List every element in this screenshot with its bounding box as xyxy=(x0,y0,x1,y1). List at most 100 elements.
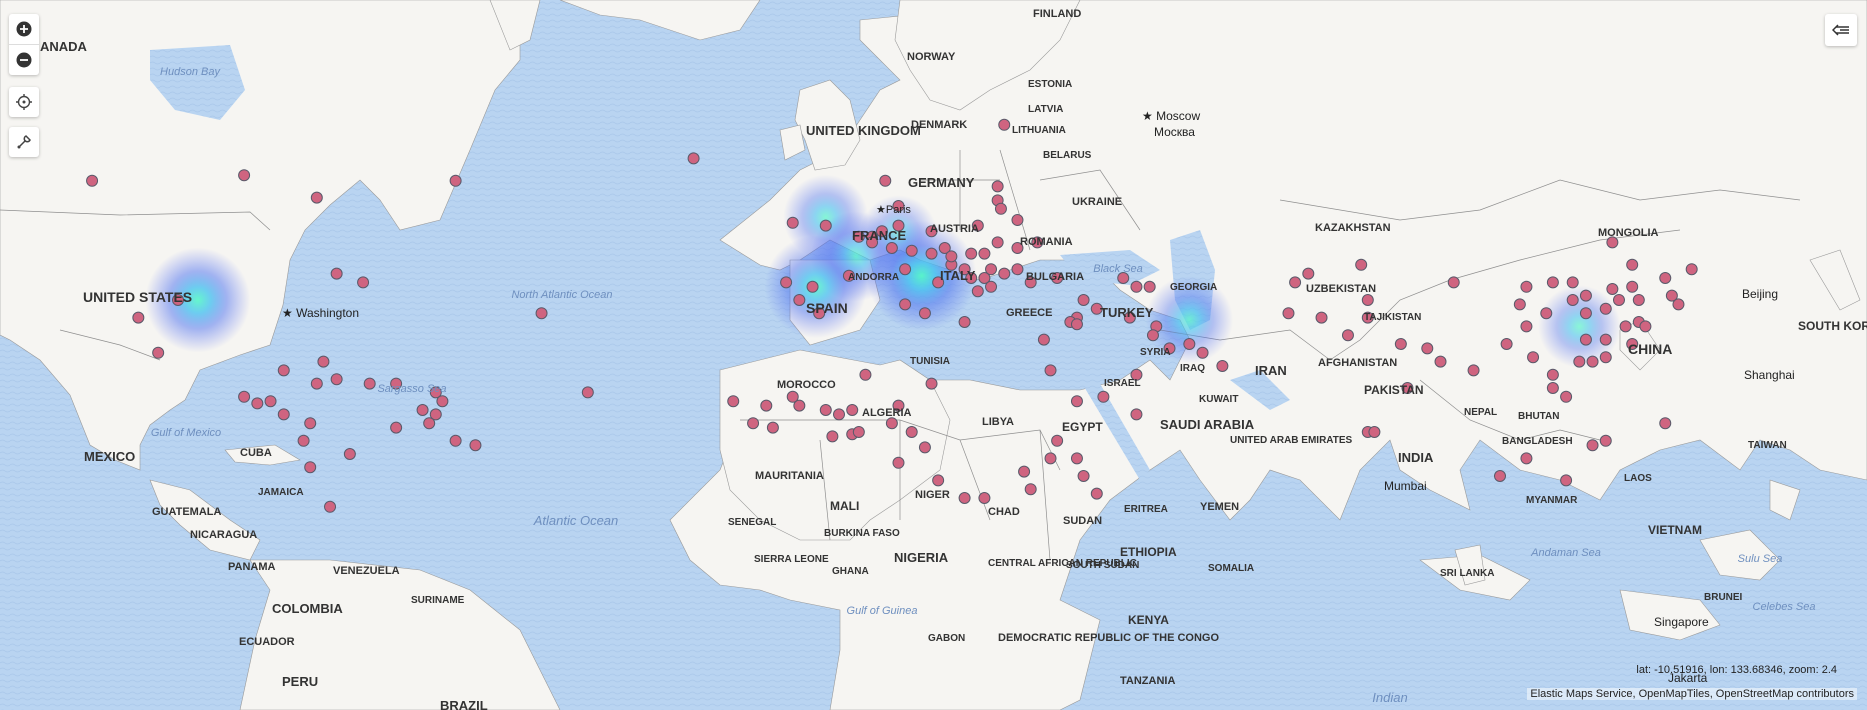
map-point[interactable] xyxy=(1216,360,1229,372)
map-point[interactable] xyxy=(1672,298,1685,311)
map-point[interactable] xyxy=(1520,280,1533,293)
map-point[interactable] xyxy=(1626,280,1639,293)
map-point[interactable] xyxy=(1077,470,1090,482)
map-point[interactable] xyxy=(1632,294,1645,306)
map-point[interactable] xyxy=(1560,390,1573,403)
map-point[interactable] xyxy=(945,250,958,263)
map-point[interactable] xyxy=(965,247,978,260)
map-point[interactable] xyxy=(1011,263,1024,276)
map-point[interactable] xyxy=(449,434,462,447)
map-point[interactable] xyxy=(1546,368,1559,381)
map-point[interactable] xyxy=(1685,263,1698,276)
map-point[interactable] xyxy=(918,307,931,320)
map-point[interactable] xyxy=(1024,483,1037,496)
map-point[interactable] xyxy=(1368,426,1381,438)
map-point[interactable] xyxy=(1341,329,1354,342)
map-point[interactable] xyxy=(1599,351,1612,364)
map-point[interactable] xyxy=(932,474,945,487)
map-point[interactable] xyxy=(1659,272,1672,284)
map-point[interactable] xyxy=(86,174,99,187)
map-point[interactable] xyxy=(264,395,277,408)
map-point[interactable] xyxy=(1196,346,1209,359)
map-point[interactable] xyxy=(885,417,898,430)
map-point[interactable] xyxy=(925,247,938,260)
map-point[interactable] xyxy=(277,408,290,421)
map-point[interactable] xyxy=(925,377,938,390)
map-point[interactable] xyxy=(1599,434,1612,447)
map-point[interactable] xyxy=(1586,439,1599,452)
map-point[interactable] xyxy=(310,191,323,204)
map-point[interactable] xyxy=(786,390,799,403)
map-point[interactable] xyxy=(1289,276,1302,289)
zoom-in-button[interactable] xyxy=(9,14,39,44)
map-svg[interactable]: ANADA UNITED STATES MEXICO CUBA JAMAICA … xyxy=(0,0,1867,710)
map-point[interactable] xyxy=(1434,355,1447,368)
map-point[interactable] xyxy=(1018,465,1031,478)
map-point[interactable] xyxy=(998,267,1011,280)
map-point[interactable] xyxy=(535,307,548,320)
map-point[interactable] xyxy=(1540,307,1553,320)
map-point[interactable] xyxy=(998,118,1011,131)
map-point[interactable] xyxy=(833,408,845,421)
map-point[interactable] xyxy=(1560,474,1573,487)
draw-tool-button[interactable] xyxy=(9,127,39,157)
map-point[interactable] xyxy=(1500,338,1513,350)
map-point[interactable] xyxy=(994,202,1007,215)
map-point[interactable] xyxy=(1044,452,1057,465)
map-point[interactable] xyxy=(251,397,264,410)
map-point[interactable] xyxy=(363,377,376,390)
map-point[interactable] xyxy=(819,219,832,232)
map-point[interactable] xyxy=(152,346,165,359)
map-point[interactable] xyxy=(1037,333,1050,346)
map-point[interactable] xyxy=(1520,452,1533,465)
map-point[interactable] xyxy=(905,244,918,257)
map-point[interactable] xyxy=(1447,276,1460,289)
map-point[interactable] xyxy=(324,500,337,513)
map-point[interactable] xyxy=(1659,417,1672,430)
map-point[interactable] xyxy=(416,404,429,416)
map-point[interactable] xyxy=(1573,355,1586,368)
map-point[interactable] xyxy=(991,236,1004,249)
zoom-out-button[interactable] xyxy=(9,44,39,75)
map-point[interactable] xyxy=(1639,320,1652,333)
map-point[interactable] xyxy=(879,174,892,187)
map-point[interactable] xyxy=(1070,395,1083,408)
map-point[interactable] xyxy=(1599,302,1612,315)
map-point[interactable] xyxy=(1282,307,1295,320)
map-point[interactable] xyxy=(1599,333,1612,346)
map-point[interactable] xyxy=(958,492,971,504)
map-point[interactable] xyxy=(1355,258,1368,271)
map-point[interactable] xyxy=(1077,294,1090,306)
map-point[interactable] xyxy=(1527,351,1540,364)
map-point[interactable] xyxy=(1044,364,1057,377)
map-point[interactable] xyxy=(786,216,799,229)
map-point[interactable] xyxy=(310,377,323,390)
map-point[interactable] xyxy=(277,364,290,377)
map-point[interactable] xyxy=(826,430,839,443)
map-point[interactable] xyxy=(1421,342,1434,355)
map-point[interactable] xyxy=(687,152,700,165)
map-point[interactable] xyxy=(1494,470,1506,482)
map-point[interactable] xyxy=(390,421,403,434)
map-point[interactable] xyxy=(971,285,984,298)
map-point[interactable] xyxy=(330,373,343,386)
map-point[interactable] xyxy=(852,426,865,438)
map-point[interactable] xyxy=(1619,320,1632,333)
map-point[interactable] xyxy=(958,316,971,328)
map-point[interactable] xyxy=(297,434,310,447)
map-point[interactable] xyxy=(760,399,773,412)
locate-button[interactable] xyxy=(9,87,39,117)
map-point[interactable] xyxy=(885,242,898,254)
map-point[interactable] xyxy=(1546,382,1559,394)
map-point[interactable] xyxy=(1361,294,1374,306)
map-point[interactable] xyxy=(1579,307,1592,320)
map-point[interactable] xyxy=(899,263,912,276)
map-point[interactable] xyxy=(1011,214,1024,226)
map-point[interactable] xyxy=(317,355,330,368)
map-attribution[interactable]: Elastic Maps Service, OpenMapTiles, Open… xyxy=(1527,688,1857,700)
map-point[interactable] xyxy=(132,311,145,324)
map-point[interactable] xyxy=(330,267,343,280)
map-point[interactable] xyxy=(1130,408,1143,421)
map-point[interactable] xyxy=(1579,333,1592,346)
map-point[interactable] xyxy=(1513,298,1526,311)
